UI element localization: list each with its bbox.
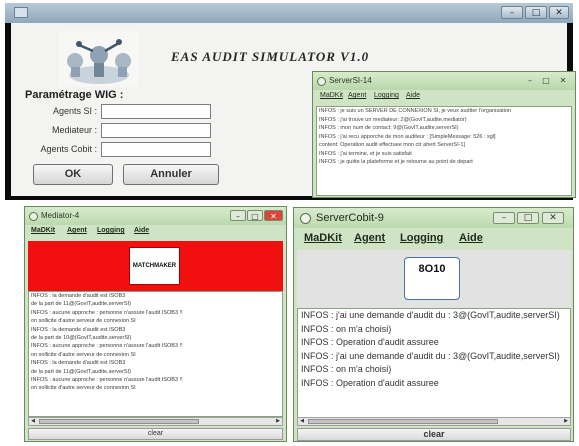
mediateur-label: Mediateur : xyxy=(51,125,97,135)
log-line: INFOS : on m'a choisi) xyxy=(301,323,392,334)
java-app-icon xyxy=(317,77,326,86)
maximize-button[interactable]: □ xyxy=(539,75,553,86)
close-button[interactable]: ✕ xyxy=(542,212,564,224)
matchmaker-agent-box[interactable]: MATCHMAKER xyxy=(129,247,180,285)
log-line: content: Operation audit effectuee mon c… xyxy=(319,142,466,148)
log-line: INFOS : j'ai trouve un mediateur: 2@(Gov… xyxy=(319,116,467,123)
scroll-right-icon[interactable]: ▶ xyxy=(562,418,570,425)
mediator-title-bar[interactable]: Mediator-4 – □ ✕ xyxy=(25,207,286,225)
mediator-clear-button[interactable]: clear xyxy=(28,428,283,440)
agents-si-label: Agents SI : xyxy=(52,106,97,116)
menu-madkit[interactable]: MaDKit xyxy=(320,92,343,99)
menu-aide[interactable]: Aide xyxy=(406,92,420,99)
minimize-button[interactable]: – xyxy=(501,6,523,19)
log-line: INFOS : aucune approche : personne n'ass… xyxy=(31,309,183,316)
log-line: on sollicite d'autre serveur de connexio… xyxy=(31,385,136,392)
menu-agent[interactable]: Agent xyxy=(348,92,366,99)
cobit-agent-box[interactable]: 8O10 xyxy=(404,257,460,300)
mediateur-input[interactable] xyxy=(101,123,211,138)
agents-si-row: Agents SI : xyxy=(25,104,215,120)
menu-agent[interactable]: Agent xyxy=(67,227,87,234)
server-cobit-horizontal-scrollbar[interactable]: ◀ ▶ xyxy=(297,417,571,426)
maximize-button[interactable]: □ xyxy=(525,6,547,19)
server-cobit-clear-button[interactable]: clear xyxy=(297,428,571,441)
log-line: INFOS : je quitte la plateforme et je re… xyxy=(319,159,473,165)
mediator-menu-bar: MaDKit Agent Logging Aide xyxy=(29,227,284,239)
scroll-thumb[interactable] xyxy=(308,419,498,424)
log-line: INFOS : aucune approche : personne n'ass… xyxy=(31,377,183,384)
server-cobit-agent-panel: 8O10 xyxy=(297,250,571,308)
java-app-icon xyxy=(29,212,38,221)
cancel-button[interactable]: Annuler xyxy=(123,164,219,185)
agents-cobit-input[interactable] xyxy=(101,142,211,157)
log-line: de la part de 10@(GovIT,audite,serverSI) xyxy=(31,335,132,342)
menu-logging[interactable]: Logging xyxy=(374,92,399,99)
mediateur-row: Mediateur : xyxy=(25,123,215,139)
server-cobit-title-bar[interactable]: ServerCobit-9 – □ ✕ xyxy=(294,208,573,228)
log-line: de la part de 11@(GovIT,audite,serverSI) xyxy=(31,368,131,375)
log-line: INFOS : Operation d'audit assuree xyxy=(301,377,439,388)
server-si-log[interactable]: INFOS : je suis un SERVER DE CONNEXION S… xyxy=(316,106,572,196)
menu-agent[interactable]: Agent xyxy=(354,232,385,244)
close-button[interactable]: ✕ xyxy=(264,210,283,221)
java-app-icon xyxy=(300,213,311,224)
log-line: INFOS : mon num de contact: 9@(GovIT,aud… xyxy=(319,125,459,131)
server-cobit-menu-bar: MaDKit Agent Logging Aide xyxy=(304,232,566,246)
agents-cobit-row: Agents Cobit : xyxy=(25,142,215,158)
log-line: INFOS : j'ai une demande d'audit du : 3@… xyxy=(301,310,560,320)
mediator-agent-panel: MATCHMAKER xyxy=(28,241,283,291)
log-line: de la part de 11@(GovIT,audite,serverSI) xyxy=(31,301,131,308)
log-line: INFOS : j'ai une demande d'audit du : 3@… xyxy=(301,350,560,361)
menu-madkit[interactable]: MaDKit xyxy=(31,227,55,234)
server-si-window: ServerSI-14 – □ ✕ MaDKit Agent Logging A… xyxy=(312,71,576,198)
menu-logging[interactable]: Logging xyxy=(97,227,125,234)
app-icon xyxy=(14,7,28,18)
log-line: INFOS : j'ai recu apporche de mon audite… xyxy=(319,133,496,140)
scroll-left-icon[interactable]: ◀ xyxy=(298,418,306,425)
log-line: on sollicite d'autre serveur de connexio… xyxy=(31,318,136,325)
menu-madkit[interactable]: MaDKit xyxy=(304,232,342,244)
minimize-button[interactable]: – xyxy=(523,75,537,86)
simulator-window: – □ ✕ EAS AUDIT SIMULATOR V1.0 Paramétra… xyxy=(5,3,576,200)
server-cobit-title: ServerCobit-9 xyxy=(316,212,384,224)
minimize-button[interactable]: – xyxy=(230,210,246,221)
server-si-menu-bar: MaDKit Agent Logging Aide xyxy=(316,92,572,104)
log-line: INFOS : je suis un SERVER DE CONNEXION S… xyxy=(319,108,511,114)
form-title: Paramétrage WIG : xyxy=(25,89,124,101)
agents-cobit-label: Agents Cobit : xyxy=(40,144,97,154)
log-line: on sollicite d'autre serveur de connexio… xyxy=(31,351,136,358)
menu-aide[interactable]: Aide xyxy=(134,227,149,234)
log-line: INFOS : la demande d'audit est ISOB3 xyxy=(31,293,126,299)
agents-si-input[interactable] xyxy=(101,104,211,119)
menu-logging[interactable]: Logging xyxy=(400,232,443,244)
scroll-right-icon[interactable]: ▶ xyxy=(274,418,282,425)
simulator-title-bar[interactable]: – □ ✕ xyxy=(5,3,573,23)
simulator-logo xyxy=(59,31,139,87)
ok-button[interactable]: OK xyxy=(33,164,113,185)
maximize-button[interactable]: □ xyxy=(517,212,539,224)
mediator-log[interactable]: INFOS : la demande d'audit est ISOB3 de … xyxy=(28,291,283,417)
log-line: INFOS : j'ai termine, et je suis satisfa… xyxy=(319,150,412,157)
menu-aide[interactable]: Aide xyxy=(459,232,483,244)
log-line: INFOS : la demande d'audit est ISOB3 xyxy=(31,326,126,333)
server-si-title-bar[interactable]: ServerSI-14 – □ ✕ xyxy=(313,72,575,90)
log-line: INFOS : aucune approche : personne n'ass… xyxy=(31,343,183,350)
close-button[interactable]: ✕ xyxy=(556,75,570,86)
mediator-window: Mediator-4 – □ ✕ MaDKit Agent Logging Ai… xyxy=(24,206,287,442)
close-button[interactable]: ✕ xyxy=(549,6,569,19)
minimize-button[interactable]: – xyxy=(493,212,515,224)
log-line: INFOS : on m'a choisi) xyxy=(301,364,392,374)
maximize-button[interactable]: □ xyxy=(247,210,263,221)
desktop: – □ ✕ EAS AUDIT SIMULATOR V1.0 Paramétra… xyxy=(0,0,579,446)
log-line: INFOS : la demande d'audit est ISOB3 xyxy=(31,360,126,367)
server-cobit-log[interactable]: INFOS : j'ai une demande d'audit du : 3@… xyxy=(297,308,571,419)
scroll-thumb[interactable] xyxy=(39,419,199,424)
scroll-left-icon[interactable]: ◀ xyxy=(29,418,37,425)
server-si-title: ServerSI-14 xyxy=(329,76,372,85)
app-title: EAS AUDIT SIMULATOR V1.0 xyxy=(171,49,370,64)
mediator-title: Mediator-4 xyxy=(41,211,80,220)
log-line: INFOS : Operation d'audit assuree xyxy=(301,337,439,347)
mediator-horizontal-scrollbar[interactable]: ◀ ▶ xyxy=(28,417,283,426)
server-cobit-window: ServerCobit-9 – □ ✕ MaDKit Agent Logging… xyxy=(293,207,574,442)
